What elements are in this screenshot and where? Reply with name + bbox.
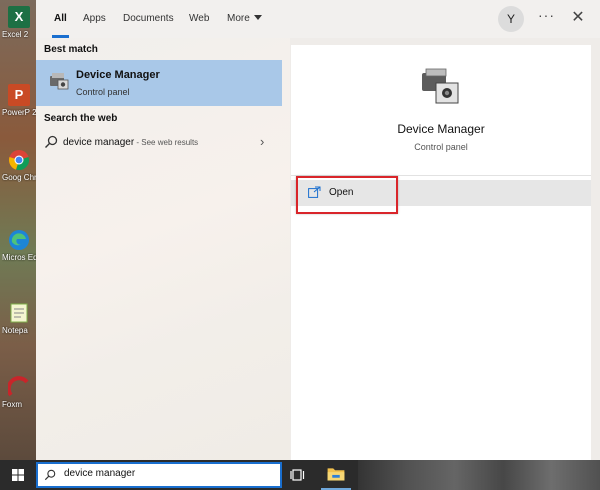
- desktop-icon-notepad[interactable]: Notepa: [0, 298, 36, 358]
- tab-web[interactable]: Web: [185, 0, 213, 38]
- desktop-background: X Excel 2 P PowerP 201 Goog Chro Micros …: [0, 0, 36, 460]
- desktop-icon-label: PowerP 201: [2, 108, 36, 117]
- search-web-heading: Search the web: [44, 113, 118, 124]
- desktop-icon-excel[interactable]: X Excel 2: [0, 2, 36, 62]
- task-view-icon[interactable]: [290, 467, 306, 483]
- file-explorer-icon[interactable]: [321, 460, 351, 490]
- user-avatar[interactable]: Y: [498, 6, 524, 32]
- preview-title: Device Manager: [397, 122, 485, 136]
- search-icon: [45, 135, 58, 148]
- desktop-icon-label: Foxm: [2, 400, 22, 409]
- web-result-text: device manager - See web results: [63, 137, 198, 148]
- taskbar-pinned-apps: [358, 460, 600, 490]
- desktop-icon-label: Micros Edge: [2, 253, 36, 262]
- annotation-highlight-box: [296, 176, 398, 214]
- best-match-heading: Best match: [44, 44, 98, 55]
- chevron-right-icon[interactable]: ›: [260, 134, 264, 149]
- desktop-icon-label: Goog Chro: [2, 173, 36, 182]
- desktop-icon-label: Excel 2: [2, 30, 29, 39]
- device-manager-large-icon: [422, 68, 459, 104]
- search-icon: [44, 469, 56, 481]
- preview-subtitle: Control panel: [414, 142, 468, 152]
- web-result-query: device manager: [63, 137, 135, 148]
- chevron-down-icon: [253, 15, 262, 20]
- powerpoint-icon: P: [8, 84, 30, 106]
- chrome-icon: [9, 150, 29, 171]
- desktop-icon-edge[interactable]: Micros Edge: [0, 225, 36, 285]
- best-match-subtitle: Control panel: [76, 87, 130, 97]
- notepad-icon: [10, 303, 28, 323]
- desktop-icon-label: Notepa: [2, 326, 28, 335]
- edge-icon: [9, 230, 29, 250]
- best-match-title: Device Manager: [76, 69, 160, 81]
- preview-pane: Device Manager Control panel Open: [291, 45, 591, 460]
- taskbar: device manager: [0, 460, 600, 490]
- tab-documents[interactable]: Documents: [119, 0, 178, 38]
- desktop-icon-powerpoint[interactable]: P PowerP 201: [0, 80, 36, 140]
- device-manager-icon: [50, 73, 69, 90]
- tab-apps[interactable]: Apps: [79, 0, 110, 38]
- desktop-icon-foxit[interactable]: Foxm: [0, 372, 36, 432]
- tab-more[interactable]: More: [223, 0, 266, 38]
- taskbar-search-box[interactable]: device manager: [36, 462, 282, 488]
- more-options-icon[interactable]: ···: [538, 7, 555, 23]
- search-tabs: All Apps Documents Web More Y ··· ✕: [36, 0, 600, 38]
- web-result-suffix: - See web results: [134, 138, 199, 147]
- excel-icon: X: [8, 6, 30, 28]
- desktop-icon-chrome[interactable]: Goog Chro: [0, 145, 36, 205]
- tab-all[interactable]: All: [50, 0, 71, 38]
- web-search-result[interactable]: device manager - See web results ›: [36, 131, 282, 155]
- close-icon[interactable]: ✕: [568, 8, 588, 28]
- foxit-icon: [8, 376, 29, 397]
- tab-more-label: More: [227, 13, 250, 24]
- best-match-result[interactable]: Device Manager Control panel: [36, 60, 282, 106]
- start-search-panel: All Apps Documents Web More Y ··· ✕ Best…: [36, 0, 600, 460]
- windows-start-icon[interactable]: [0, 460, 36, 490]
- search-input[interactable]: device manager: [64, 468, 135, 479]
